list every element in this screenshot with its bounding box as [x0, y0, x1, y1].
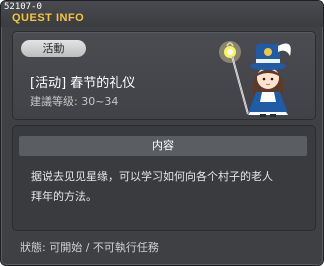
quest-info-window: 52107-0 QUEST INFO 活動 [活动] 春节的礼仪 建議等级: 3…: [0, 0, 324, 266]
quest-summary-panel: 活動 [活动] 春节的礼仪 建議等级: 30~34: [12, 31, 316, 120]
window-titlebar[interactable]: 52107-0 QUEST INFO: [1, 1, 323, 27]
quest-description: 据说去见见星缘，可以学习如何向各个村子的老人 拜年的方法。: [31, 170, 273, 203]
quest-status-text: 狀態: 可開始 / 不可執行任務: [20, 241, 159, 254]
quest-content-panel: 内容 据说去见见星缘，可以学习如何向各个村子的老人 拜年的方法。: [12, 125, 316, 231]
quest-level-requirement: 建議等级: 30~34: [30, 95, 119, 108]
quest-name: [活动] 春节的礼仪: [30, 76, 136, 91]
window-title: QUEST INFO: [12, 12, 85, 24]
quest-category-badge: 活動: [21, 40, 86, 57]
npc-sprite-icon: [219, 41, 291, 117]
quest-id: 52107-0: [4, 2, 42, 12]
content-section-header: 内容: [19, 136, 307, 156]
